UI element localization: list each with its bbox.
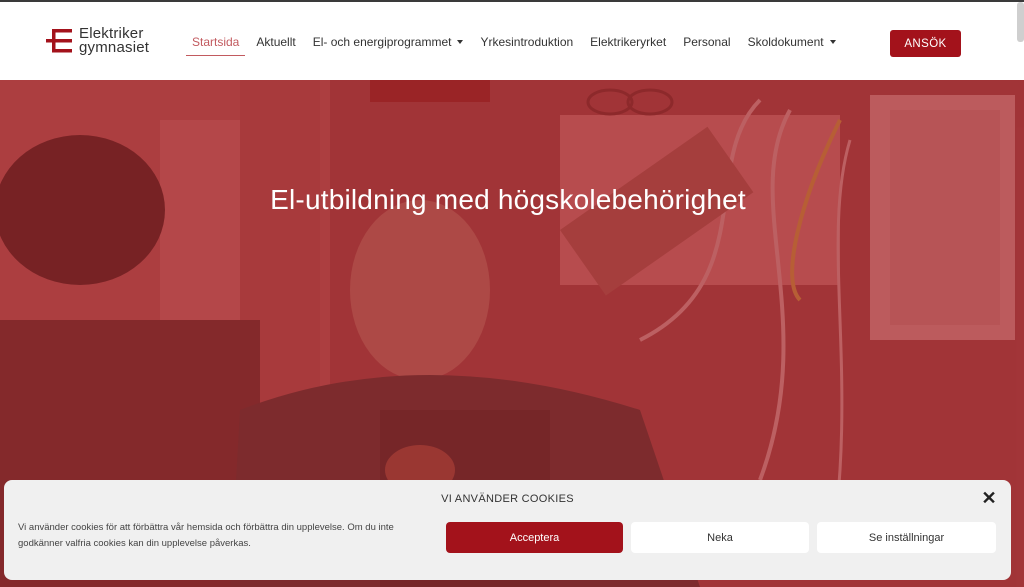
nav-item-el-och-energiprogrammet[interactable]: El- och energiprogrammet xyxy=(307,31,470,55)
close-icon[interactable]: ✕ xyxy=(979,488,999,508)
site-header: Elektriker gymnasiet Startsida Aktuellt … xyxy=(0,2,1024,80)
nav-item-personal[interactable]: Personal xyxy=(677,31,736,55)
nav-item-skoldokument[interactable]: Skoldokument xyxy=(742,31,842,55)
hero-title: El-utbildning med högskolebehörighet xyxy=(270,184,746,215)
nav-item-label: Skoldokument xyxy=(747,35,824,49)
deny-cookies-button[interactable]: Neka xyxy=(631,522,809,553)
cookie-settings-button[interactable]: Se inställningar xyxy=(817,522,996,553)
cookie-banner: VI ANVÄNDER COOKIES ✕ Vi använder cookie… xyxy=(4,480,1011,580)
logo-mark-icon xyxy=(46,28,76,54)
nav-item-label: Aktuellt xyxy=(256,35,296,49)
nav-item-label: Elektrikeryrket xyxy=(590,35,667,49)
cookie-banner-text: Vi använder cookies för att förbättra vå… xyxy=(18,522,394,549)
chevron-down-icon xyxy=(829,40,836,44)
accept-cookies-button[interactable]: Acceptera xyxy=(446,522,623,553)
nav-item-label: Personal xyxy=(683,35,731,49)
nav-item-startsida[interactable]: Startsida xyxy=(186,31,246,56)
nav-item-elektrikeryrket[interactable]: Elektrikeryrket xyxy=(584,31,672,55)
nav-item-label: Startsida xyxy=(192,34,240,49)
nav-item-yrkesintroduktion[interactable]: Yrkesintroduktion xyxy=(474,31,579,55)
chevron-down-icon xyxy=(457,40,464,44)
site-logo[interactable]: Elektriker gymnasiet xyxy=(46,25,161,58)
apply-button[interactable]: ANSÖK xyxy=(890,30,961,57)
cookie-banner-title: VI ANVÄNDER COOKIES xyxy=(441,493,574,505)
logo-text-line2: gymnasiet xyxy=(79,39,150,56)
page-scrollbar[interactable] xyxy=(1017,2,1024,42)
nav-item-aktuellt[interactable]: Aktuellt xyxy=(250,31,301,55)
nav-item-label: Yrkesintroduktion xyxy=(480,35,574,49)
main-navigation: Startsida Aktuellt El- och energiprogram… xyxy=(186,31,847,56)
nav-item-label: El- och energiprogrammet xyxy=(312,35,452,49)
